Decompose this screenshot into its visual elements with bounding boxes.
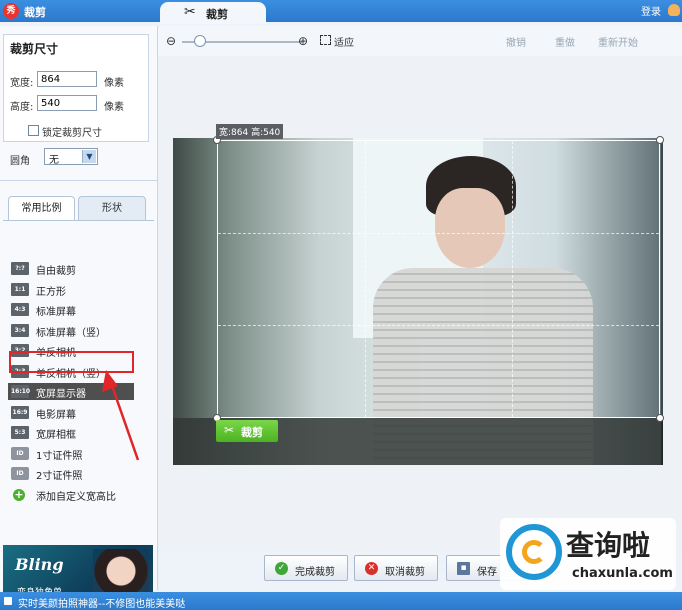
ad-headline: Bling xyxy=(15,555,64,574)
zoom-slider-thumb[interactable] xyxy=(194,35,206,47)
undo-button[interactable]: 撤销 xyxy=(506,34,526,49)
save-label: 保存 xyxy=(477,567,497,578)
redo-button[interactable]: 重做 xyxy=(555,34,575,49)
fit-icon[interactable] xyxy=(320,35,331,45)
crop-grid-line xyxy=(364,141,366,417)
save-icon: ▪ xyxy=(457,562,470,575)
crop-rectangle[interactable] xyxy=(213,136,664,422)
crop-grid-line xyxy=(511,141,513,417)
finish-crop-button[interactable]: ✓ 完成裁剪 xyxy=(264,555,348,581)
watermark-title: 查询啦 xyxy=(566,529,651,562)
finish-crop-label: 完成裁剪 xyxy=(295,567,335,578)
zoom-out-icon[interactable]: ⊖ xyxy=(166,34,176,48)
status-text[interactable]: 实时美颜拍照神器--不修图也能美美哒 xyxy=(18,595,185,610)
crop-grid-line xyxy=(218,232,659,234)
user-icon[interactable] xyxy=(668,4,680,16)
cancel-crop-label: 取消裁剪 xyxy=(385,567,425,578)
watermark-logo-icon xyxy=(506,524,562,580)
restart-button[interactable]: 重新开始 xyxy=(598,34,638,49)
crop-grid-line xyxy=(218,324,659,326)
tab-crop[interactable]: ✂ 裁剪 xyxy=(160,2,266,24)
canvas-toolbar: ⊖ ⊕ 适应 撤销 重做 重新开始 xyxy=(158,26,682,56)
cancel-crop-button[interactable]: ✕ 取消裁剪 xyxy=(354,555,438,581)
zoom-in-icon[interactable]: ⊕ xyxy=(298,34,308,48)
crop-button[interactable]: ✂ 裁剪 xyxy=(216,420,278,442)
watermark-domain: chaxunla.com xyxy=(572,566,673,581)
tab-crop-label: 裁剪 xyxy=(206,8,228,21)
crop-dimension-label: 宽:864 高:540 xyxy=(216,124,284,139)
crop-handle-top-right[interactable] xyxy=(656,136,664,144)
close-icon: ✕ xyxy=(365,562,378,575)
red-arrow-annotation xyxy=(102,370,140,461)
login-link[interactable]: 登录 xyxy=(641,3,661,18)
ratio-item-label: 添加自定义宽高比 xyxy=(36,491,116,503)
watermark-logo-inner xyxy=(522,540,546,564)
status-bar: 实时美颜拍照神器--不修图也能美美哒 xyxy=(0,592,682,610)
crop-button-label: 裁剪 xyxy=(241,426,263,439)
fit-button[interactable]: 适应 xyxy=(334,34,354,49)
add-icon: + xyxy=(13,487,25,501)
scissors-icon: ✂ xyxy=(224,423,235,437)
crop-handle-bottom-right[interactable] xyxy=(656,414,664,422)
scissors-icon: ✂ xyxy=(184,4,196,20)
ratio-item[interactable]: + 添加自定义宽高比 xyxy=(8,486,134,503)
check-icon: ✓ xyxy=(275,562,288,575)
watermark: 查询啦 chaxunla.com xyxy=(500,518,676,590)
canvas-area: 宽:864 高:540 ✂ 裁剪 xyxy=(158,56,682,552)
status-icon xyxy=(4,597,12,605)
